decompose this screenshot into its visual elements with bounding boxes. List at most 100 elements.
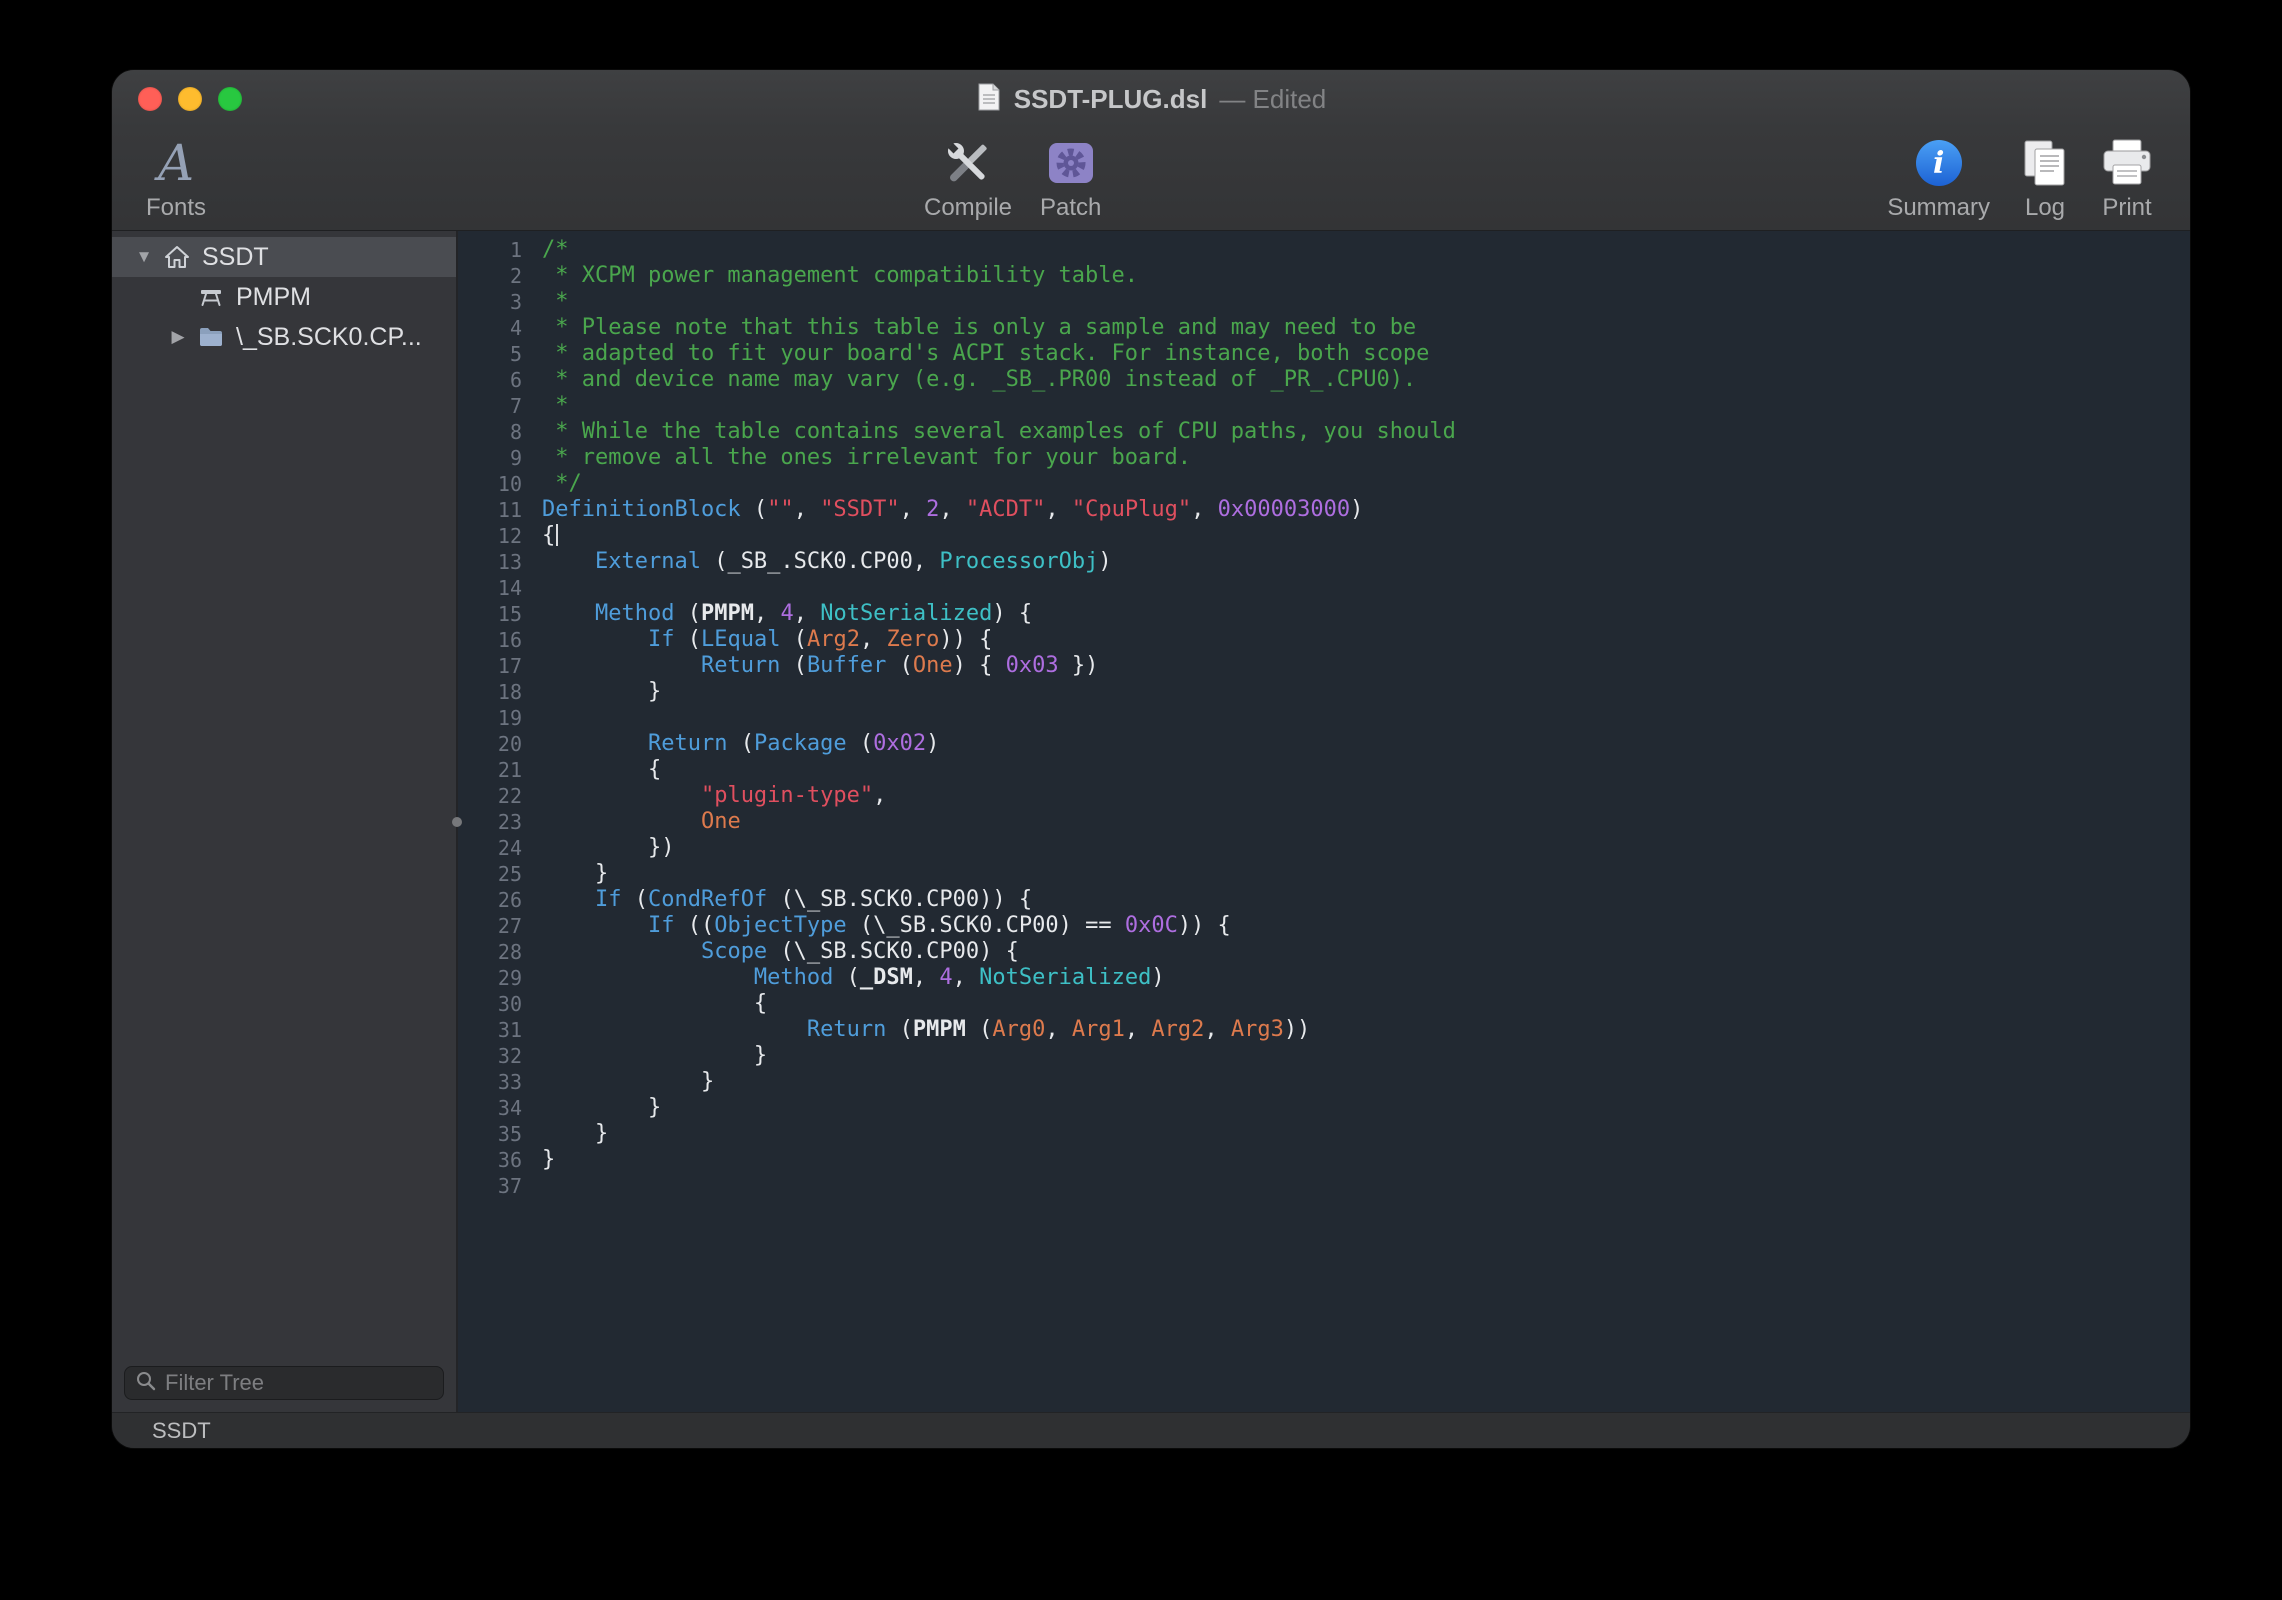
- line-number: 27: [458, 913, 522, 939]
- line-number: 23: [458, 809, 522, 835]
- code-line[interactable]: DefinitionBlock ("", "SSDT", 2, "ACDT", …: [542, 497, 2190, 523]
- status-path: SSDT: [152, 1418, 211, 1444]
- printer-icon: [2100, 135, 2154, 191]
- line-number: 31: [458, 1017, 522, 1043]
- code-line[interactable]: * Please note that this table is only a …: [542, 315, 2190, 341]
- code-line[interactable]: "plugin-type",: [542, 783, 2190, 809]
- line-number: 12: [458, 523, 522, 549]
- line-number: 22: [458, 783, 522, 809]
- code-line[interactable]: Method (_DSM, 4, NotSerialized): [542, 965, 2190, 991]
- code-line[interactable]: {: [542, 757, 2190, 783]
- sidebar-resize-handle[interactable]: [452, 817, 462, 827]
- code-line[interactable]: /*: [542, 237, 2190, 263]
- title-bar[interactable]: SSDT-PLUG.dsl — Edited: [112, 70, 2190, 128]
- code-line[interactable]: [542, 575, 2190, 601]
- code-line[interactable]: If (LEqual (Arg2, Zero)) {: [542, 627, 2190, 653]
- line-number: 18: [458, 679, 522, 705]
- line-number: 37: [458, 1173, 522, 1199]
- code-line[interactable]: Scope (\_SB.SCK0.CP00) {: [542, 939, 2190, 965]
- code-line[interactable]: }: [542, 1095, 2190, 1121]
- code-line[interactable]: }: [542, 861, 2190, 887]
- code-line[interactable]: * While the table contains several examp…: [542, 419, 2190, 445]
- status-bar: SSDT: [112, 1412, 2190, 1448]
- code-line[interactable]: * XCPM power management compatibility ta…: [542, 263, 2190, 289]
- line-number: 11: [458, 497, 522, 523]
- line-number: 14: [458, 575, 522, 601]
- code-line[interactable]: }: [542, 1147, 2190, 1173]
- line-number: 26: [458, 887, 522, 913]
- compile-button[interactable]: Compile: [924, 135, 1012, 222]
- sidebar-item-pmpm[interactable]: PMPM: [112, 277, 456, 317]
- code-editor[interactable]: 1234567891011121314151617181920212223242…: [458, 231, 2190, 1412]
- window-title-group: SSDT-PLUG.dsl — Edited: [976, 82, 1327, 117]
- summary-button[interactable]: i Summary: [1887, 135, 1990, 222]
- fonts-icon: A: [158, 135, 194, 191]
- code-line[interactable]: }: [542, 1043, 2190, 1069]
- toolbar: A Fonts: [112, 128, 2190, 231]
- sidebar-item-sb-sck0-cp[interactable]: ▶\_SB.SCK0.CP...: [112, 317, 456, 357]
- search-icon: [135, 1370, 157, 1397]
- document-icon: [976, 82, 1002, 117]
- fonts-label: Fonts: [146, 194, 206, 222]
- code-line[interactable]: * adapted to fit your board's ACPI stack…: [542, 341, 2190, 367]
- zoom-button[interactable]: [218, 87, 242, 111]
- print-button[interactable]: Print: [2100, 135, 2154, 222]
- code-line[interactable]: }: [542, 679, 2190, 705]
- code-line[interactable]: */: [542, 471, 2190, 497]
- code-line[interactable]: }): [542, 835, 2190, 861]
- code-line[interactable]: *: [542, 393, 2190, 419]
- sidebar-item-label: PMPM: [236, 283, 311, 312]
- line-number: 32: [458, 1043, 522, 1069]
- line-numbers: 1234567891011121314151617181920212223242…: [458, 237, 534, 1412]
- filter-field[interactable]: [124, 1366, 444, 1400]
- line-number: 34: [458, 1095, 522, 1121]
- line-number: 5: [458, 341, 522, 367]
- code-line[interactable]: Method (PMPM, 4, NotSerialized) {: [542, 601, 2190, 627]
- disclosure-triangle[interactable]: ▼: [128, 247, 160, 267]
- line-number: 24: [458, 835, 522, 861]
- close-button[interactable]: [138, 87, 162, 111]
- code-line[interactable]: Return (Package (0x02): [542, 731, 2190, 757]
- compile-tools-icon: [940, 135, 996, 191]
- code-line[interactable]: If ((ObjectType (\_SB.SCK0.CP00) == 0x0C…: [542, 913, 2190, 939]
- code-line[interactable]: One: [542, 809, 2190, 835]
- code-line[interactable]: Return (PMPM (Arg0, Arg1, Arg2, Arg3)): [542, 1017, 2190, 1043]
- folder-icon: [194, 326, 228, 348]
- line-number: 36: [458, 1147, 522, 1173]
- code-line[interactable]: }: [542, 1069, 2190, 1095]
- line-number: 20: [458, 731, 522, 757]
- code-line[interactable]: * and device name may vary (e.g. _SB_.PR…: [542, 367, 2190, 393]
- line-number: 25: [458, 861, 522, 887]
- line-number: 8: [458, 419, 522, 445]
- code-line[interactable]: *: [542, 289, 2190, 315]
- line-number: 29: [458, 965, 522, 991]
- code-line[interactable]: * remove all the ones irrelevant for you…: [542, 445, 2190, 471]
- code-line[interactable]: Return (Buffer (One) { 0x03 }): [542, 653, 2190, 679]
- line-number: 15: [458, 601, 522, 627]
- code-line[interactable]: [542, 1173, 2190, 1199]
- code-line[interactable]: {: [542, 991, 2190, 1017]
- content-area: ▼SSDTPMPM▶\_SB.SCK0.CP... 12345678910111…: [112, 231, 2190, 1412]
- log-pages-icon: [2020, 135, 2070, 191]
- sidebar: ▼SSDT PMPM ▶\_SB.SCK0.CP...: [112, 231, 458, 1412]
- code-line[interactable]: External (_SB_.SCK0.CP00, ProcessorObj): [542, 549, 2190, 575]
- line-number: 9: [458, 445, 522, 471]
- code-lines[interactable]: /* * XCPM power management compatibility…: [534, 237, 2190, 1412]
- house-icon: [160, 245, 194, 269]
- fonts-button[interactable]: A Fonts: [146, 135, 206, 222]
- log-button[interactable]: Log: [2020, 135, 2070, 222]
- line-number: 7: [458, 393, 522, 419]
- code-line[interactable]: {: [542, 523, 2190, 549]
- code-line[interactable]: If (CondRefOf (\_SB.SCK0.CP00)) {: [542, 887, 2190, 913]
- minimize-button[interactable]: [178, 87, 202, 111]
- filter-tree-input[interactable]: [165, 1370, 433, 1396]
- sidebar-item-ssdt[interactable]: ▼SSDT: [112, 237, 456, 277]
- code-line[interactable]: [542, 705, 2190, 731]
- line-number: 4: [458, 315, 522, 341]
- disclosure-triangle[interactable]: ▶: [162, 327, 194, 347]
- line-number: 30: [458, 991, 522, 1017]
- code-line[interactable]: }: [542, 1121, 2190, 1147]
- line-number: 16: [458, 627, 522, 653]
- patch-button[interactable]: Patch: [1040, 135, 1101, 222]
- line-number: 19: [458, 705, 522, 731]
